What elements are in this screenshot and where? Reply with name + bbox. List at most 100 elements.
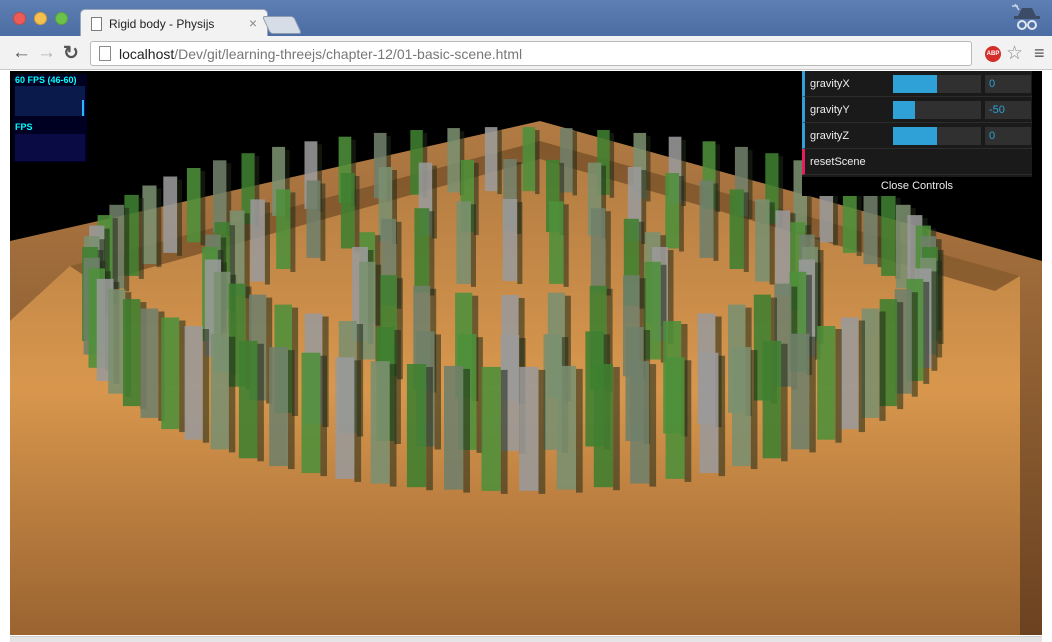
- domino-block-side: [576, 368, 583, 493]
- url-path: /Dev/git/learning-threejs/chapter-12/01-…: [174, 46, 523, 62]
- domino-block: [729, 189, 744, 269]
- gravityy-input[interactable]: -50: [985, 101, 1031, 119]
- adblock-icon[interactable]: ABP: [985, 46, 1001, 62]
- domino-block: [163, 176, 178, 253]
- incognito-icon: [1012, 4, 1040, 30]
- domino-block: [590, 208, 606, 293]
- domino-block: [481, 366, 501, 491]
- horizontal-scrollbar[interactable]: [10, 636, 1042, 642]
- domino-block-side: [605, 211, 611, 296]
- domino-block: [414, 208, 430, 293]
- stats-graph: [15, 134, 85, 161]
- domino-block-side: [572, 131, 577, 196]
- domino-block: [140, 308, 159, 418]
- gravityx-label: gravityX: [810, 78, 850, 90]
- domino-block: [762, 340, 782, 459]
- stats-panel[interactable]: 60 FPS (46-60) FPS: [13, 74, 87, 162]
- gravityx-input[interactable]: 0: [985, 75, 1031, 93]
- domino-block: [775, 210, 791, 296]
- domino-block: [184, 326, 203, 440]
- domino-block: [502, 199, 518, 281]
- domino-block: [210, 333, 229, 450]
- back-button[interactable]: ←: [12, 42, 31, 64]
- browser-titlebar: Rigid body - Physijs ×: [0, 0, 1052, 37]
- domino-block: [301, 352, 321, 474]
- domino-block-side: [535, 130, 540, 195]
- gravityx-slider[interactable]: [893, 75, 981, 93]
- reset-scene-label: resetScene: [810, 156, 866, 168]
- domino-block: [456, 201, 471, 284]
- domino-block: [791, 333, 810, 450]
- domino-block-side: [354, 176, 360, 252]
- tab-close-icon[interactable]: ×: [249, 15, 257, 31]
- gravityz-slider-fill: [893, 127, 937, 145]
- domino-block: [593, 364, 613, 488]
- domino-block-side: [809, 336, 816, 453]
- gravityz-input[interactable]: 0: [985, 127, 1031, 145]
- domino-block-side: [288, 350, 295, 470]
- close-controls-button[interactable]: Close Controls: [802, 177, 1032, 196]
- domino-block-side: [426, 367, 433, 491]
- domino-block-side: [517, 202, 523, 284]
- domino-block: [549, 201, 564, 284]
- domino-block-side: [177, 179, 182, 256]
- domino-block: [276, 189, 291, 269]
- domino-block-side: [609, 133, 615, 198]
- domino-block: [269, 347, 288, 467]
- domino-block: [444, 365, 464, 490]
- gravityx-slider-fill: [893, 75, 937, 93]
- domino-block-side: [124, 207, 130, 292]
- gravityy-slider[interactable]: [893, 101, 981, 119]
- gravityz-label: gravityZ: [810, 130, 850, 142]
- domino-block: [250, 199, 265, 282]
- gui-row-gravityx[interactable]: gravityX 0: [802, 71, 1032, 97]
- window-maximize-button[interactable]: [55, 12, 68, 25]
- domino-block: [840, 317, 859, 430]
- domino-block: [335, 357, 355, 479]
- domino-block-side: [835, 329, 842, 443]
- domino-block-side: [911, 292, 918, 397]
- webgl-viewport[interactable]: 60 FPS (46-60) FPS gravityX 0 gravityY -…: [10, 71, 1042, 635]
- domino-block: [122, 299, 141, 407]
- domino-block-side: [781, 343, 788, 462]
- domino-block: [370, 361, 390, 484]
- stats-mode-label: FPS: [15, 122, 33, 132]
- window-close-button[interactable]: [13, 12, 26, 25]
- domino-block: [447, 128, 460, 193]
- gravityy-slider-fill: [893, 101, 915, 119]
- domino-block-side: [434, 334, 441, 450]
- domino-block-side: [320, 183, 326, 261]
- tab-rigid-body[interactable]: Rigid body - Physijs ×: [80, 9, 268, 37]
- domino-block-side: [646, 135, 651, 202]
- gravityz-slider[interactable]: [893, 127, 981, 145]
- domino-block-side: [897, 302, 904, 410]
- domino-block-side: [649, 364, 657, 487]
- domino-block: [142, 185, 157, 265]
- domino-block: [817, 326, 836, 440]
- domino-block-side: [858, 320, 865, 433]
- gui-row-gravityy[interactable]: gravityY -50: [802, 97, 1032, 123]
- reload-button[interactable]: ↻: [63, 42, 79, 65]
- reset-scene-button[interactable]: resetScene: [802, 149, 1032, 175]
- domino-block: [340, 173, 355, 249]
- hamburger-menu-icon[interactable]: ≡: [1034, 43, 1045, 64]
- domino-block-side: [179, 320, 186, 433]
- bookmark-star-icon[interactable]: ☆: [1006, 42, 1023, 65]
- browser-toolbar: ← → ↻ localhost/Dev/git/learning-threejs…: [0, 36, 1052, 70]
- domino-block: [484, 127, 498, 192]
- gui-row-gravityz[interactable]: gravityZ 0: [802, 123, 1032, 149]
- gravityy-label: gravityY: [810, 104, 850, 116]
- domino-block-side: [679, 176, 684, 252]
- domino-block-side: [264, 202, 270, 285]
- domino-block: [732, 347, 751, 467]
- window-minimize-button[interactable]: [34, 12, 47, 25]
- forward-button[interactable]: →: [37, 42, 56, 64]
- domino-block-side: [290, 192, 296, 272]
- fps-label: 60 FPS (46-60): [15, 75, 77, 85]
- domino-block: [161, 317, 180, 430]
- domino-block: [556, 365, 576, 490]
- domino-block: [755, 199, 770, 282]
- domino-block: [665, 173, 680, 249]
- address-bar[interactable]: localhost/Dev/git/learning-threejs/chapt…: [90, 41, 972, 66]
- domino-block-side: [463, 368, 470, 493]
